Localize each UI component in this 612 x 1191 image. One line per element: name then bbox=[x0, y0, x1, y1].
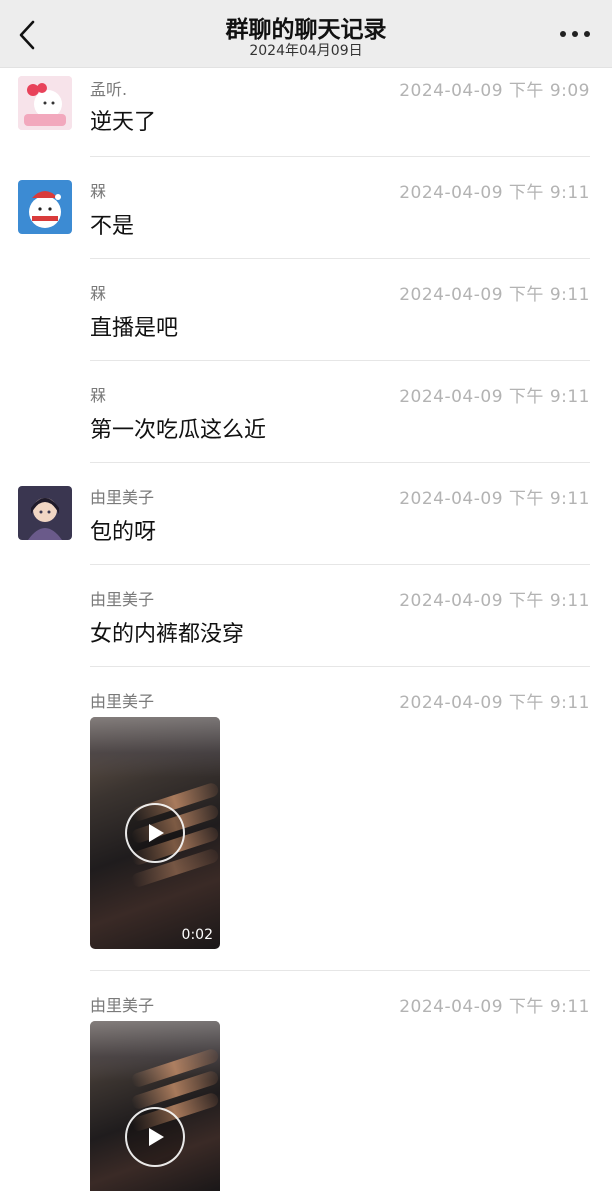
message-time: 2024-04-09 下午 9:11 bbox=[399, 591, 590, 611]
sender-name: 槑 bbox=[90, 182, 107, 201]
divider bbox=[90, 666, 590, 667]
message-time: 2024-04-09 下午 9:11 bbox=[399, 285, 590, 305]
page-title: 群聊的聊天记录 bbox=[225, 17, 387, 43]
message-text: 女的内裤都没穿 bbox=[90, 622, 245, 647]
avatar[interactable] bbox=[18, 486, 72, 540]
avatar[interactable] bbox=[18, 76, 72, 130]
message-text: 逆天了 bbox=[90, 110, 157, 135]
sender-name: 由里美子 bbox=[90, 996, 155, 1015]
sender-name: 由里美子 bbox=[90, 488, 155, 507]
message-text: 不是 bbox=[90, 214, 135, 239]
message-item: 孟听. 2024-04-09 下午 9:09 逆天了 bbox=[0, 68, 612, 158]
message-time: 2024-04-09 下午 9:11 bbox=[399, 489, 590, 509]
sender-name: 由里美子 bbox=[90, 692, 155, 711]
message-text: 直播是吧 bbox=[90, 316, 179, 341]
play-button[interactable] bbox=[125, 1107, 185, 1167]
video-thumbnail[interactable]: 0:02 bbox=[90, 717, 220, 949]
sender-name: 由里美子 bbox=[90, 590, 155, 609]
divider bbox=[90, 156, 590, 157]
video-duration: 0:02 bbox=[181, 927, 213, 943]
message-time: 2024-04-09 下午 9:11 bbox=[399, 183, 590, 203]
play-icon bbox=[149, 1128, 164, 1146]
message-time: 2024-04-09 下午 9:11 bbox=[399, 997, 590, 1017]
more-button[interactable] bbox=[560, 26, 590, 42]
message-time: 2024-04-09 下午 9:11 bbox=[399, 693, 590, 713]
message-text: 第一次吃瓜这么近 bbox=[90, 418, 267, 443]
page-date: 2024年04月09日 bbox=[249, 43, 363, 59]
more-dots-icon bbox=[560, 31, 566, 37]
play-button[interactable] bbox=[125, 803, 185, 863]
video-thumbnail[interactable] bbox=[90, 1021, 220, 1191]
message-time: 2024-04-09 下午 9:11 bbox=[399, 387, 590, 407]
divider bbox=[90, 360, 590, 361]
sender-name: 孟听. bbox=[90, 80, 128, 99]
message-item: 由里美子 2024-04-09 下午 9:11 0:02 bbox=[0, 680, 612, 972]
chat-history-header: 群聊的聊天记录 2024年04月09日 bbox=[0, 0, 612, 68]
message-time: 2024-04-09 下午 9:09 bbox=[399, 81, 590, 101]
message-item: 由里美子 2024-04-09 下午 9:11 bbox=[0, 984, 612, 1191]
divider bbox=[90, 258, 590, 259]
message-item: 槑 2024-04-09 下午 9:11 直播是吧 bbox=[0, 272, 612, 362]
message-item: 由里美子 2024-04-09 下午 9:11 女的内裤都没穿 bbox=[0, 578, 612, 668]
avatar[interactable] bbox=[18, 180, 72, 234]
sender-name: 槑 bbox=[90, 284, 107, 303]
message-text: 包的呀 bbox=[90, 520, 157, 545]
divider bbox=[90, 564, 590, 565]
divider bbox=[90, 462, 590, 463]
message-item: 由里美子 2024-04-09 下午 9:11 包的呀 bbox=[0, 476, 612, 566]
message-item: 槑 2024-04-09 下午 9:11 不是 bbox=[0, 170, 612, 260]
sender-name: 槑 bbox=[90, 386, 107, 405]
play-icon bbox=[149, 824, 164, 842]
divider bbox=[90, 970, 590, 971]
message-item: 槑 2024-04-09 下午 9:11 第一次吃瓜这么近 bbox=[0, 374, 612, 464]
